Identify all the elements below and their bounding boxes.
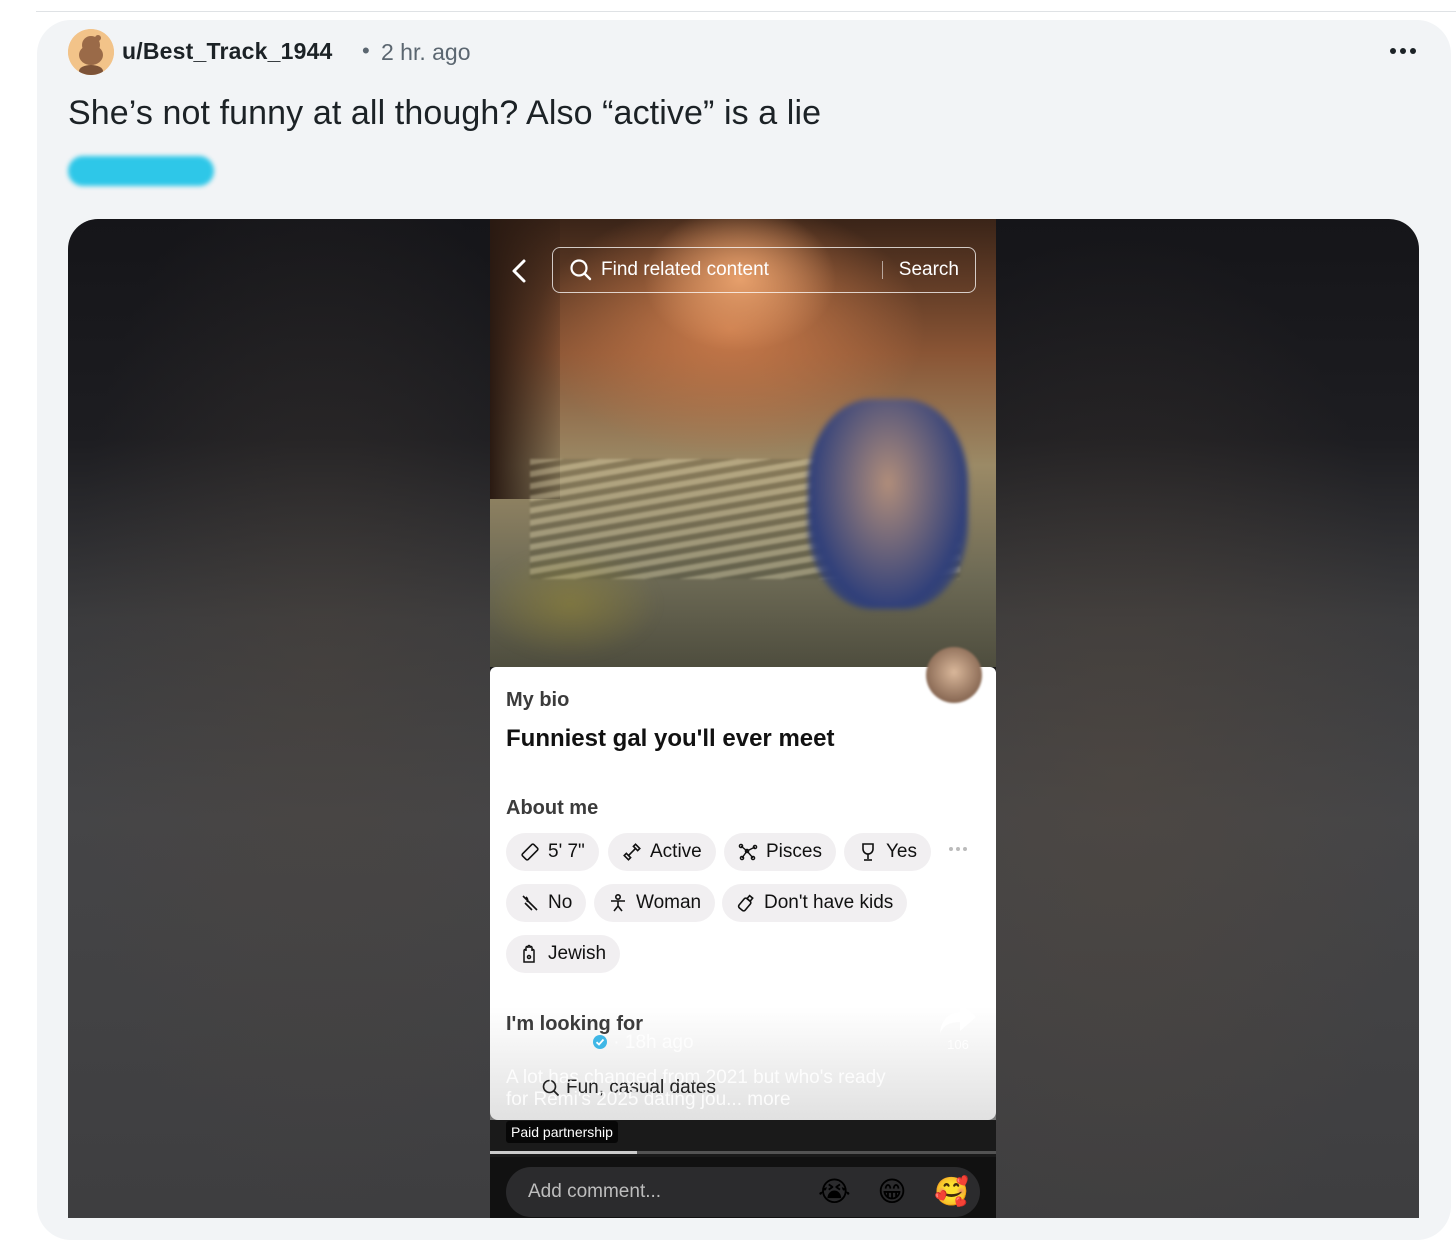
like-button[interactable]: 9,312 (922, 749, 994, 800)
comment-bar: Add comment... 😭 😁 🥰 (490, 1157, 996, 1218)
search-input[interactable]: Find related content (601, 259, 882, 281)
video-progress-bar[interactable] (490, 1151, 996, 1154)
about-label: About me (506, 797, 599, 819)
search-bar[interactable]: Find related content Search (552, 247, 976, 293)
share-arrow-icon (940, 1003, 976, 1033)
creator-avatar[interactable] (926, 647, 982, 703)
smiling-hearts-emoji-icon[interactable]: 🥰 (934, 1176, 969, 1208)
grinning-emoji-icon[interactable]: 😁 (876, 1176, 908, 1208)
heart-icon (940, 751, 976, 783)
chip-gender: Woman (594, 884, 716, 922)
bio-text: Funniest gal you'll ever meet (506, 725, 835, 752)
blurred-inset-video (808, 399, 968, 609)
comment-count: 97 (950, 869, 966, 884)
search-button[interactable]: Search (883, 259, 975, 281)
bookmark-icon (946, 919, 970, 953)
comment-placeholder: Add comment... (528, 1181, 662, 1202)
like-count: 9,312 (941, 785, 975, 800)
save-count: 118 (947, 955, 969, 970)
more-options-button[interactable] (1386, 34, 1420, 68)
meta-separator: • (362, 38, 370, 63)
chip-activity: Active (608, 833, 716, 871)
video-progress-fill (490, 1151, 637, 1154)
post-author[interactable]: u/Best_Track_1944 (122, 38, 333, 65)
share-count: 106 (947, 1037, 969, 1052)
paid-partnership-label: Paid partnership (506, 1121, 618, 1143)
user-avatar[interactable] (68, 29, 114, 75)
chip-smoking: No (506, 884, 587, 922)
comment-button[interactable]: 97 (922, 833, 994, 884)
chip-zodiac: Pisces (724, 833, 836, 871)
bottle-icon (737, 894, 754, 912)
comment-icon (940, 835, 976, 867)
dumbbell-icon (623, 843, 641, 861)
dot-icon (1400, 48, 1406, 54)
back-arrow-icon[interactable] (508, 257, 532, 285)
crying-emoji-icon[interactable]: 😭 (818, 1176, 851, 1208)
post-title[interactable]: She’s not funny at all though? Also “act… (68, 94, 821, 133)
screenshot-phone: Find related content Search My bio Funni… (490, 219, 996, 1218)
ruler-icon (521, 843, 539, 861)
chip-children: Don't have kids (722, 884, 908, 922)
dot-icon (1390, 48, 1396, 54)
top-divider (36, 11, 1456, 12)
comment-input[interactable]: Add comment... 😭 😁 🥰 (506, 1167, 980, 1217)
chip-drinking: Yes (844, 833, 931, 871)
save-button[interactable]: 118 (922, 917, 994, 970)
wine-glass-icon (862, 843, 874, 861)
no-smoking-icon (522, 895, 538, 911)
person-icon (611, 893, 625, 912)
hamsa-icon (523, 944, 535, 963)
media-blur-right (996, 219, 1419, 1218)
chip-height: 5' 7" (506, 833, 599, 871)
snoo-avatar-icon (68, 29, 114, 75)
dot-icon (1410, 48, 1416, 54)
video-caption[interactable]: A lot has changed from 2021 but who's re… (506, 1067, 886, 1111)
post-meta: · 18h ago (506, 1032, 694, 1054)
post-flair[interactable] (68, 156, 214, 186)
chip-religion: Jewish (506, 935, 621, 973)
constellation-icon (738, 843, 758, 861)
media-blur-left (68, 219, 490, 1218)
search-icon (570, 259, 592, 281)
bio-label: My bio (506, 689, 570, 711)
verified-badge-icon (593, 1035, 607, 1049)
share-button[interactable]: 106 (922, 1001, 994, 1052)
post-time: 2 hr. ago (381, 39, 471, 65)
